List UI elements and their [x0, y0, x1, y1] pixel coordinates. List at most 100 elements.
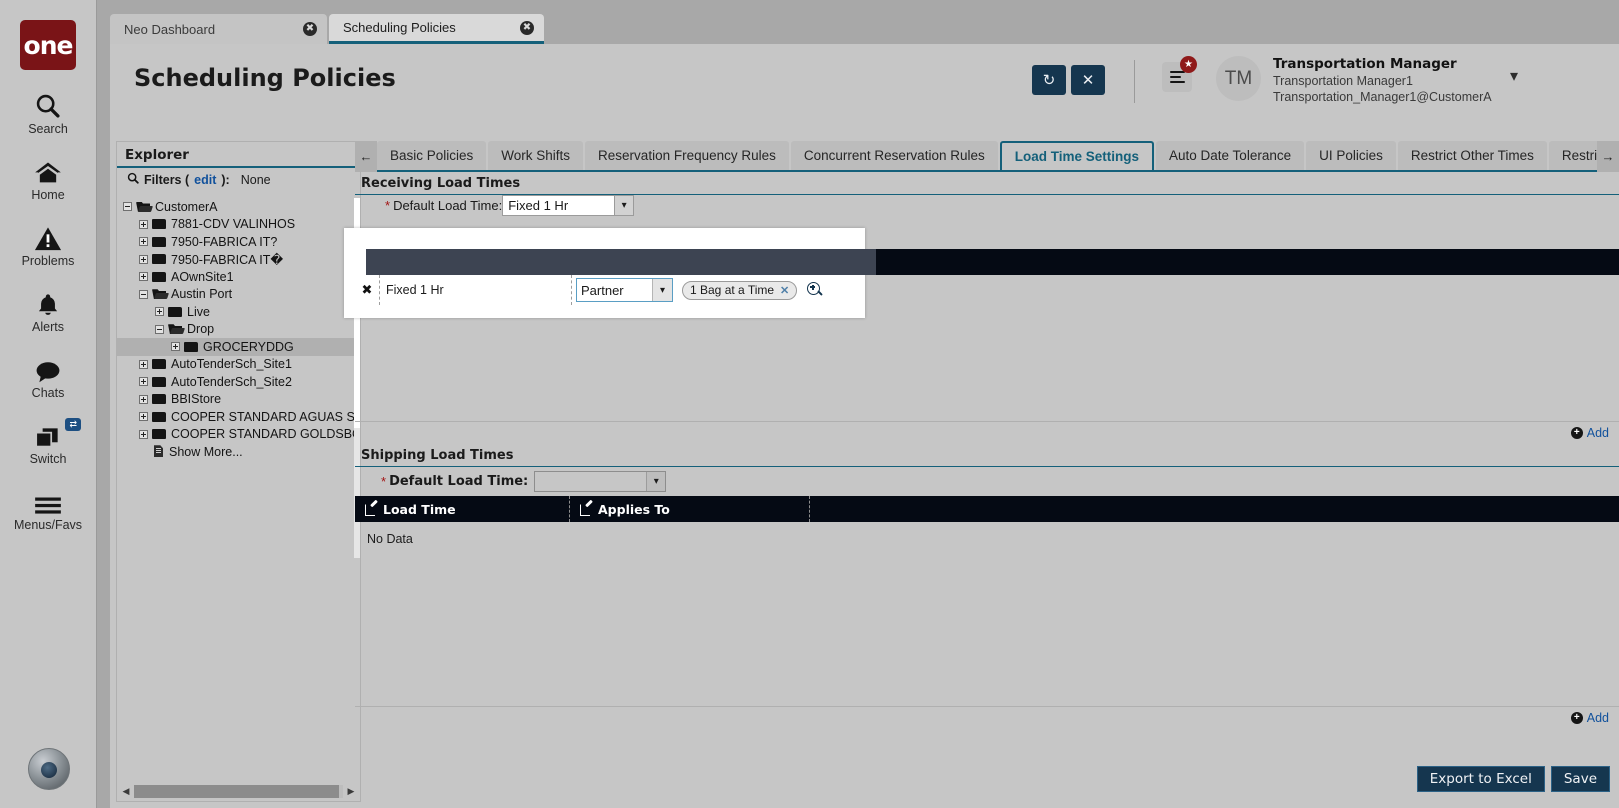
folder-icon: [152, 271, 167, 283]
chevron-down-icon[interactable]: ▾: [1510, 66, 1518, 86]
required-mark: *: [385, 198, 391, 213]
expand-icon[interactable]: [139, 272, 148, 282]
chevron-down-icon[interactable]: ▾: [646, 472, 666, 491]
tab-restrict-n[interactable]: Restrict N: [1548, 141, 1597, 170]
folder-open-icon: [152, 288, 167, 300]
column-header-applies-to: Applies To: [598, 501, 670, 517]
export-to-excel-button[interactable]: Export to Excel: [1416, 766, 1545, 792]
app-shell: Neo Dashboard ✖ Scheduling Policies ✖ Sc…: [97, 0, 1619, 808]
close-icon[interactable]: ✖: [303, 22, 317, 36]
switch-badge-icon[interactable]: ⇄: [65, 418, 81, 431]
chevron-down-icon[interactable]: ▾: [652, 279, 672, 301]
tree-node[interactable]: AOwnSite1: [117, 268, 360, 286]
expand-icon[interactable]: [139, 254, 148, 264]
bell-icon: [35, 288, 61, 318]
tree-node[interactable]: 7881-CDV VALINHOS: [117, 216, 360, 234]
filters-edit-link[interactable]: edit: [194, 173, 216, 187]
save-button[interactable]: Save: [1550, 766, 1610, 792]
explorer-tree[interactable]: CustomerA 7881-CDV VALINHOS 7950-FABRICA I…: [117, 198, 360, 778]
table-row[interactable]: ✖ Fixed 1 Hr Partner ▾ 1 Bag at a Time ✕: [355, 275, 865, 305]
hamburger-icon: [33, 486, 63, 516]
browser-tab-scheduling-policies[interactable]: Scheduling Policies ✖: [329, 14, 544, 44]
delete-row-button[interactable]: ✖: [355, 283, 379, 298]
tree-node[interactable]: GROCERYDDG: [117, 338, 360, 356]
tree-node[interactable]: Show More...: [117, 443, 360, 461]
collapse-icon[interactable]: [123, 202, 132, 212]
expand-icon[interactable]: [155, 307, 164, 317]
cell-load-time[interactable]: Fixed 1 Hr: [379, 275, 571, 305]
tab-work-shifts[interactable]: Work Shifts: [488, 141, 584, 170]
expand-icon[interactable]: [139, 429, 148, 439]
arrow-right-icon: →: [1601, 149, 1615, 164]
rail-user-avatar[interactable]: [28, 748, 70, 790]
filters-value: None: [240, 172, 271, 187]
tree-node[interactable]: 7950-FABRICA IT?: [117, 233, 360, 251]
close-page-button[interactable]: ✕: [1071, 65, 1105, 95]
expand-icon[interactable]: [139, 394, 148, 404]
close-icon[interactable]: ✖: [520, 20, 534, 35]
add-label: Add: [1586, 426, 1609, 440]
chip-remove-icon[interactable]: ✕: [780, 284, 789, 297]
avatar[interactable]: TM: [1216, 56, 1261, 101]
sidebar-item-problems[interactable]: Problems: [3, 222, 93, 268]
tab-ui-policies[interactable]: UI Policies: [1306, 141, 1396, 170]
cell-applies-to: Partner ▾ 1 Bag at a Time ✕: [571, 275, 823, 305]
close-icon: ✕: [1081, 72, 1095, 89]
collapse-icon[interactable]: [155, 324, 164, 334]
brand-logo[interactable]: one: [20, 20, 76, 70]
tree-node[interactable]: COOPER STANDARD AGUAS SEALING (3: [117, 408, 360, 426]
shipping-load-times-section: Shipping Load Times * Default Load Time:…: [355, 444, 1619, 729]
expand-icon[interactable]: [139, 237, 148, 247]
expand-icon[interactable]: [171, 342, 180, 352]
scrollbar-thumb[interactable]: [134, 785, 339, 798]
sidebar-item-chats[interactable]: Chats: [3, 354, 93, 400]
magnifier-plus-icon[interactable]: [807, 282, 823, 298]
collapse-icon[interactable]: [139, 289, 148, 299]
select-value: Fixed 1 Hr: [508, 198, 569, 213]
expand-icon[interactable]: [139, 359, 148, 369]
expand-icon[interactable]: [139, 219, 148, 229]
tree-node[interactable]: AutoTenderSch_Site1: [117, 356, 360, 374]
applies-to-type-select[interactable]: Partner ▾: [576, 278, 673, 302]
tab-reservation-frequency-rules[interactable]: Reservation Frequency Rules: [585, 141, 789, 170]
tab-restrict-other-times[interactable]: Restrict Other Times: [1397, 141, 1547, 170]
browser-tab-neo-dashboard[interactable]: Neo Dashboard ✖: [110, 14, 327, 44]
tab-basic-policies[interactable]: Basic Policies: [377, 141, 487, 170]
tab-load-time-settings[interactable]: Load Time Settings: [999, 141, 1155, 170]
sidebar-item-switch[interactable]: ⇄ Switch: [3, 418, 93, 466]
tree-node[interactable]: AutoTenderSch_Site2: [117, 373, 360, 391]
star-badge-icon[interactable]: ★: [1180, 56, 1197, 73]
expand-icon[interactable]: [139, 412, 148, 422]
tree-node[interactable]: Drop: [117, 321, 360, 339]
receiving-add-row-button[interactable]: + Add: [355, 421, 1619, 444]
tree-node[interactable]: COOPER STANDARD GOLDSBORO: [117, 426, 360, 444]
sidebar-item-alerts[interactable]: Alerts: [3, 288, 93, 334]
folder-icon: [152, 236, 167, 248]
tree-node[interactable]: CustomerA: [117, 198, 360, 216]
sidebar-item-home[interactable]: Home: [3, 156, 93, 202]
section-title: Shipping Load Times: [355, 444, 1619, 467]
tab-auto-date-tolerance[interactable]: Auto Date Tolerance: [1156, 141, 1305, 170]
tab-scroll-right-button[interactable]: →: [1597, 141, 1619, 172]
sidebar-item-menus-favs[interactable]: Menus/Favs: [3, 486, 93, 532]
refresh-icon: ↻: [1042, 72, 1056, 89]
refresh-button[interactable]: ↻: [1032, 65, 1066, 95]
receiving-default-load-time-select[interactable]: Fixed 1 Hr ▾: [502, 195, 635, 216]
expand-icon[interactable]: [139, 377, 148, 387]
save-label: Save: [1563, 771, 1597, 787]
tab-scroll-left-button[interactable]: ←: [355, 141, 377, 172]
tab-concurrent-reservation-rules[interactable]: Concurrent Reservation Rules: [790, 141, 998, 170]
plus-icon: +: [1570, 427, 1583, 439]
tree-node[interactable]: Live: [117, 303, 360, 321]
tree-node[interactable]: BBIStore: [117, 391, 360, 409]
shipping-add-row-button[interactable]: + Add: [355, 706, 1619, 729]
chevron-down-icon[interactable]: ▾: [614, 196, 634, 215]
tree-node[interactable]: 7950-FABRICA IT�: [117, 251, 360, 269]
scrollbar-track[interactable]: [134, 785, 343, 798]
explorer-horizontal-scrollbar[interactable]: ◀ ▶: [118, 783, 359, 800]
applies-to-chip[interactable]: 1 Bag at a Time ✕: [682, 280, 798, 300]
shipping-default-load-time-select[interactable]: ▾: [534, 471, 667, 492]
tree-node[interactable]: Austin Port: [117, 286, 360, 304]
sidebar-item-search[interactable]: Search: [3, 90, 93, 136]
scroll-left-arrow-icon[interactable]: ◀: [118, 786, 134, 797]
